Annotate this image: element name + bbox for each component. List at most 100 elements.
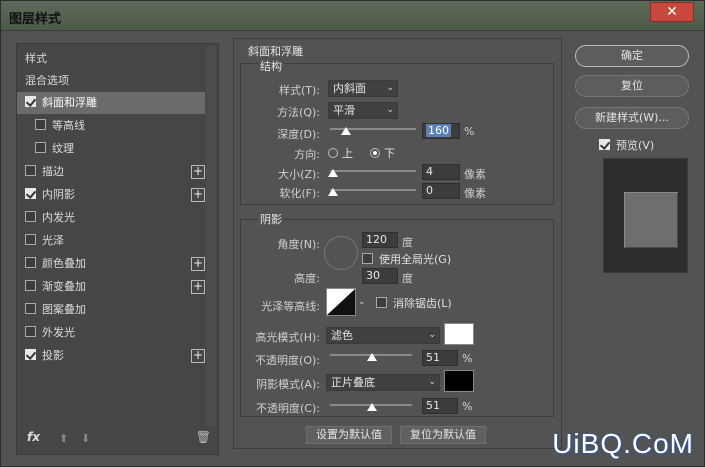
- gloss-contour-picker[interactable]: [326, 288, 356, 316]
- add-drop-shadow-button[interactable]: +: [191, 349, 205, 363]
- bevel-style-value: 内斜面: [333, 82, 366, 95]
- new-style-button[interactable]: 新建样式(W)...: [575, 107, 689, 129]
- style-item-label: 内发光: [42, 211, 75, 224]
- inner-glow-checkbox[interactable]: [25, 211, 36, 222]
- preview-label: 预览(V): [616, 139, 655, 152]
- style-item-label: 光泽: [42, 234, 64, 247]
- global-light-checkbox-box: [362, 253, 373, 264]
- direction-down-radio[interactable]: 下: [370, 145, 395, 161]
- style-item-outer-glow[interactable]: 外发光: [17, 322, 205, 344]
- style-item-inner-glow[interactable]: 内发光: [17, 207, 205, 229]
- chevron-down-icon: ⌄: [386, 105, 394, 115]
- size-slider[interactable]: [330, 170, 416, 172]
- bevel-style-select[interactable]: 内斜面 ⌄: [328, 80, 398, 97]
- add-inner-shadow-button[interactable]: +: [191, 188, 205, 202]
- shadow-mode-select[interactable]: 正片叠底 ⌄: [326, 374, 440, 391]
- style-item-inner-shadow[interactable]: 内阴影 +: [17, 184, 205, 206]
- technique-label: 方法(Q):: [277, 106, 320, 119]
- highlight-mode-label: 高光模式(H):: [255, 331, 320, 344]
- direction-up-radio[interactable]: 上: [328, 145, 353, 161]
- bevel-emboss-panel: 斜面和浮雕 结构 样式(T): 内斜面 ⌄ 方法(Q): 平滑 ⌄ 深度(D): 1…: [233, 38, 562, 449]
- outer-glow-checkbox[interactable]: [25, 326, 36, 337]
- trash-icon[interactable]: 🗑: [196, 430, 211, 444]
- shadow-opacity-input[interactable]: 51: [422, 398, 458, 414]
- style-item-blending-options[interactable]: 混合选项: [17, 70, 205, 92]
- style-item-texture[interactable]: 纹理: [17, 138, 205, 160]
- texture-checkbox[interactable]: [35, 142, 46, 153]
- reset-default-button[interactable]: 复位为默认值: [400, 426, 486, 444]
- contour-checkbox[interactable]: [35, 119, 46, 130]
- dialog-title: 图层样式: [9, 12, 62, 27]
- highlight-opacity-thumb[interactable]: [367, 353, 377, 361]
- style-item-styles[interactable]: 样式: [17, 48, 205, 70]
- soften-unit: 像素: [464, 187, 486, 200]
- soften-slider-thumb[interactable]: [328, 188, 338, 196]
- close-button[interactable]: ✕: [650, 2, 694, 22]
- reset-button[interactable]: 复位: [575, 75, 689, 97]
- angle-input[interactable]: 120: [362, 232, 398, 248]
- angle-label: 角度(N):: [277, 238, 320, 251]
- styles-list-panel: 样式 混合选项 斜面和浮雕 等高线 纹理 描边 + 内阴影 + 内发光 光泽 颜…: [16, 43, 219, 455]
- move-down-icon[interactable]: ⬇: [81, 432, 90, 445]
- size-input[interactable]: 4: [422, 164, 460, 180]
- chevron-down-icon[interactable]: ⌄: [358, 297, 366, 307]
- style-item-label: 图案叠加: [42, 303, 86, 316]
- inner-shadow-checkbox[interactable]: [25, 188, 36, 199]
- fx-icon[interactable]: fx: [27, 430, 40, 444]
- highlight-color-swatch[interactable]: [444, 323, 474, 345]
- shadow-opacity-thumb[interactable]: [367, 403, 377, 411]
- shadow-mode-value: 正片叠底: [331, 376, 375, 389]
- angle-dial[interactable]: [324, 236, 358, 270]
- add-gradient-overlay-button[interactable]: +: [191, 280, 205, 294]
- highlight-opacity-input[interactable]: 51: [422, 350, 458, 366]
- depth-slider-thumb[interactable]: [341, 127, 351, 135]
- style-item-satin[interactable]: 光泽: [17, 230, 205, 252]
- altitude-input[interactable]: 30: [362, 268, 398, 284]
- satin-checkbox[interactable]: [25, 234, 36, 245]
- depth-input[interactable]: 160: [422, 123, 460, 139]
- shadow-mode-label: 阴影模式(A):: [256, 378, 320, 391]
- technique-select[interactable]: 平滑 ⌄: [328, 102, 398, 119]
- shadow-opacity-label: 不透明度(C):: [256, 402, 320, 415]
- shadow-opacity-unit: %: [462, 400, 473, 413]
- global-light-checkbox[interactable]: 使用全局光(G): [362, 251, 451, 267]
- style-item-label: 内阴影: [42, 188, 75, 201]
- soften-input[interactable]: 0: [422, 183, 460, 199]
- gradient-overlay-checkbox[interactable]: [25, 280, 36, 291]
- ok-button[interactable]: 确定: [575, 45, 689, 67]
- make-default-button[interactable]: 设置为默认值: [306, 426, 392, 444]
- highlight-opacity-label: 不透明度(O):: [255, 354, 320, 367]
- antialiased-checkbox[interactable]: 消除锯齿(L): [376, 295, 452, 311]
- style-item-label: 描边: [42, 165, 64, 178]
- highlight-mode-value: 滤色: [331, 329, 353, 342]
- chevron-down-icon: ⌄: [428, 330, 436, 340]
- preview-checkbox-box: [599, 139, 610, 150]
- bevel-emboss-checkbox[interactable]: [25, 96, 36, 107]
- add-color-overlay-button[interactable]: +: [191, 257, 205, 271]
- size-value: 4: [426, 165, 433, 178]
- styles-list-scrollbar[interactable]: [206, 46, 216, 426]
- preview-checkbox[interactable]: 预览(V): [599, 137, 654, 153]
- style-item-color-overlay[interactable]: 颜色叠加 +: [17, 253, 205, 275]
- pattern-overlay-checkbox[interactable]: [25, 303, 36, 314]
- shadow-opacity-value: 51: [426, 399, 440, 412]
- color-overlay-checkbox[interactable]: [25, 257, 36, 268]
- move-up-icon[interactable]: ⬆: [59, 432, 68, 445]
- style-item-pattern-overlay[interactable]: 图案叠加: [17, 299, 205, 321]
- soften-label: 软化(F):: [279, 187, 320, 200]
- shadow-color-swatch[interactable]: [444, 370, 474, 392]
- style-item-label: 颜色叠加: [42, 257, 86, 270]
- drop-shadow-checkbox[interactable]: [25, 349, 36, 360]
- style-item-gradient-overlay[interactable]: 渐变叠加 +: [17, 276, 205, 298]
- highlight-mode-select[interactable]: 滤色 ⌄: [326, 327, 440, 344]
- direction-down-label: 下: [384, 147, 395, 160]
- add-stroke-button[interactable]: +: [191, 165, 205, 179]
- style-item-contour[interactable]: 等高线: [17, 115, 205, 137]
- soften-slider[interactable]: [330, 189, 416, 191]
- stroke-checkbox[interactable]: [25, 165, 36, 176]
- style-item-drop-shadow[interactable]: 投影 +: [17, 345, 205, 367]
- style-item-stroke[interactable]: 描边 +: [17, 161, 205, 183]
- chevron-down-icon: ⌄: [386, 83, 394, 93]
- size-slider-thumb[interactable]: [328, 169, 338, 177]
- style-item-bevel-emboss[interactable]: 斜面和浮雕: [17, 92, 205, 114]
